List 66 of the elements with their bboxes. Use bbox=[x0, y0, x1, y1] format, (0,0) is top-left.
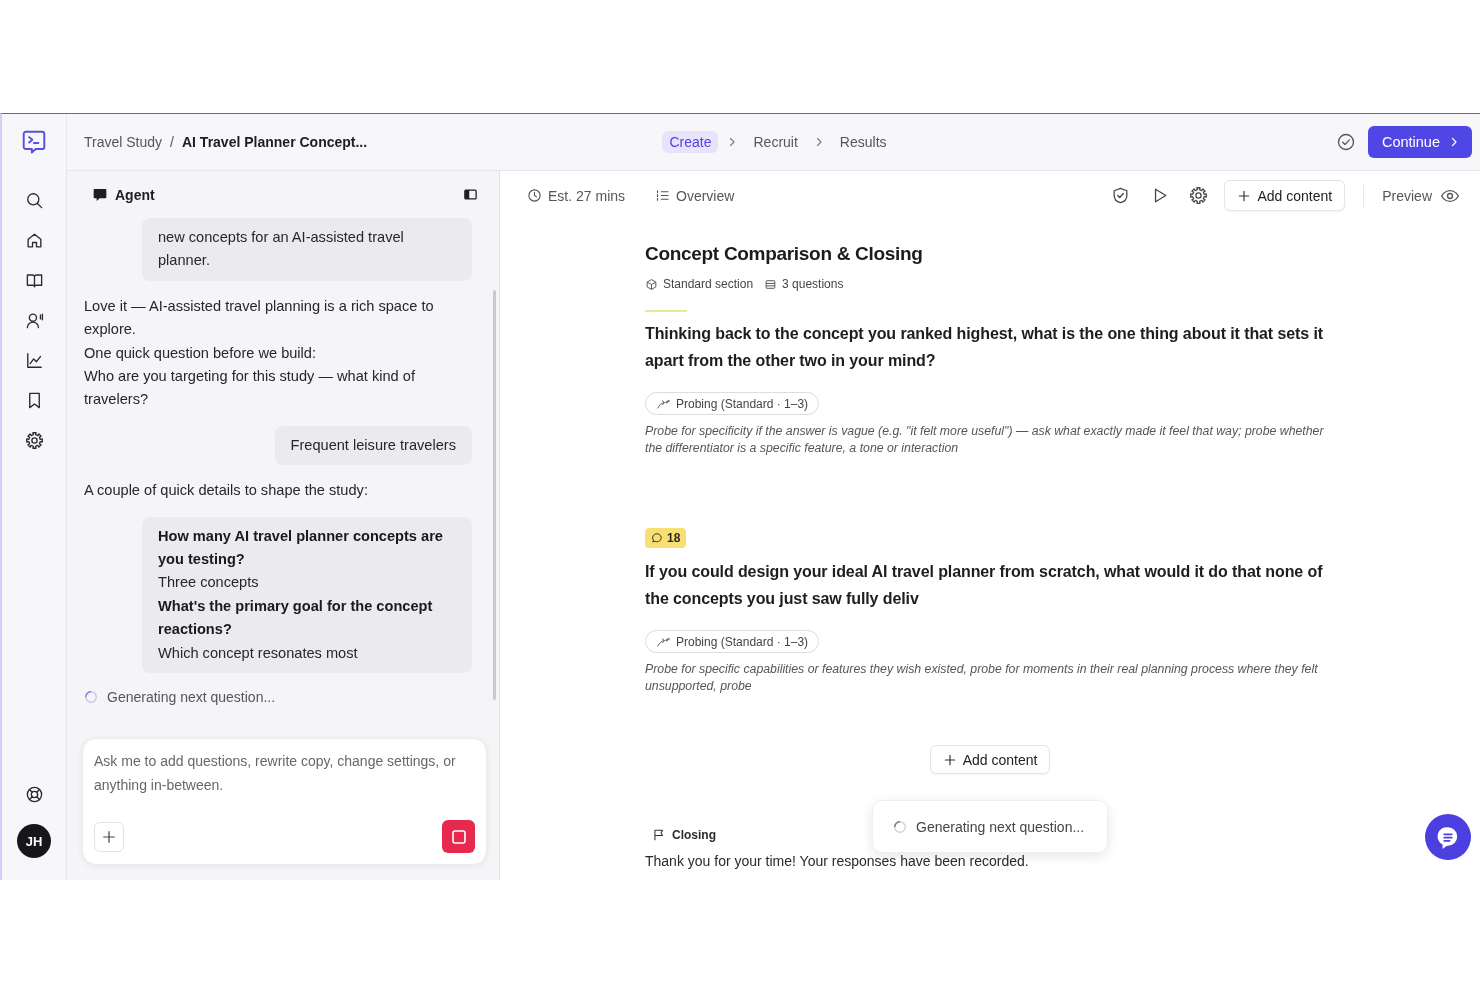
add-attachment-button[interactable] bbox=[94, 821, 124, 852]
list-icon bbox=[655, 188, 671, 203]
clock-icon bbox=[527, 188, 542, 203]
message-text: Frequent leisure travelers bbox=[290, 435, 456, 455]
step-tab[interactable]: Results bbox=[832, 131, 894, 153]
panel-toggle-icon[interactable] bbox=[463, 187, 478, 202]
agent-message-text: Love it — AI-assisted travel planning is a rich space to explore. bbox=[84, 296, 435, 340]
panel-title: Agent bbox=[115, 186, 155, 203]
status-text: Generating next question... bbox=[107, 689, 276, 706]
stop-button[interactable] bbox=[442, 820, 475, 853]
question-text: Thinking back to the concept you ranked highest, what is the one thing about it that sets it apart from the other two in your mind? bbox=[645, 324, 1324, 371]
step-tab[interactable]: Recruit bbox=[746, 131, 805, 153]
lifebuoy-icon[interactable] bbox=[24, 785, 44, 804]
search-icon[interactable] bbox=[24, 190, 44, 210]
step-tab[interactable]: Create bbox=[662, 131, 719, 153]
plus-icon bbox=[942, 752, 957, 767]
probing-chip[interactable]: Probing (Standard · 1–3) bbox=[645, 392, 820, 415]
message-answer: Three concepts bbox=[158, 573, 260, 593]
section-type: Standard section bbox=[663, 276, 754, 292]
message-question: What's the primary goal for the concept reactions? bbox=[158, 596, 434, 640]
continue-button[interactable]: Continue bbox=[1367, 126, 1472, 158]
breadcrumb-link[interactable]: Travel Study bbox=[84, 134, 163, 150]
breadcrumb-current: AI Travel Planner Concept... bbox=[181, 134, 368, 150]
probe-note: Probe for specific capabilities or features they wish existed, probe for moments in their real planning process where they felt unsupported, probe bbox=[645, 661, 1319, 695]
breadcrumb-separator: / bbox=[170, 134, 174, 150]
plus-icon bbox=[1237, 188, 1252, 203]
probe-note: Probe for specificity if the answer is vague (e.g. "it felt more useful") — ask what exactly made it feel that way; probe whether the differentiator is a specific feature, a tone or interaction bbox=[645, 423, 1325, 457]
closing-message: Thank you for your time! Your responses have been recorded. bbox=[645, 853, 1030, 870]
line-chart-icon[interactable] bbox=[24, 350, 44, 370]
message-answer: Which concept resonates most bbox=[158, 643, 359, 663]
check-circle-icon[interactable] bbox=[1335, 132, 1356, 152]
probing-chip[interactable]: Probing (Standard · 1–3) bbox=[645, 630, 820, 653]
toast-text: Generating next question... bbox=[916, 818, 1085, 835]
rows-icon bbox=[764, 277, 778, 291]
question-count: 3 questions bbox=[782, 276, 844, 292]
flag-icon bbox=[652, 828, 666, 842]
message-input[interactable]: Ask me to add questions, rewrite copy, change settings, or anything in-between. bbox=[94, 749, 475, 820]
message-question: How many AI travel planner concepts are you testing? bbox=[158, 526, 444, 570]
add-content-button[interactable]: Add content bbox=[929, 745, 1051, 774]
settings-icon[interactable] bbox=[24, 430, 44, 450]
settings-icon[interactable] bbox=[1189, 186, 1209, 205]
logo-icon[interactable] bbox=[21, 129, 47, 155]
chat-support-button[interactable] bbox=[1425, 814, 1471, 860]
closing-label: Closing bbox=[672, 827, 716, 843]
chat-bubble-icon bbox=[92, 186, 108, 203]
cube-icon bbox=[645, 277, 658, 291]
spinner-icon bbox=[893, 819, 907, 834]
message-composer[interactable]: Ask me to add questions, rewrite copy, change settings, or anything in-between. bbox=[82, 738, 487, 865]
user-avatar[interactable]: JH bbox=[17, 824, 51, 858]
scrollbar-thumb[interactable] bbox=[493, 290, 496, 700]
stop-icon bbox=[450, 828, 467, 845]
agent-message-text: A couple of quick details to shape the study: bbox=[84, 481, 369, 501]
agent-message-text: One quick question before we build: bbox=[84, 343, 318, 363]
home-icon[interactable] bbox=[24, 230, 44, 250]
spinner-icon bbox=[84, 690, 98, 705]
section-title: Concept Comparison & Closing bbox=[645, 242, 924, 266]
agent-message-text: Who are you targeting for this study — what kind of travelers? bbox=[84, 367, 416, 410]
comment-badge[interactable]: 18 bbox=[645, 528, 687, 548]
question-text: If you could design your ideal AI travel planner from scratch, what would it do that none of the concepts you just saw fully deliv bbox=[645, 562, 1324, 609]
duration-text: Est. 27 mins bbox=[548, 187, 626, 204]
comment-icon bbox=[651, 532, 663, 544]
message-text: new concepts for an AI-assisted travel planner. bbox=[158, 228, 405, 271]
overview-button[interactable]: Overview bbox=[655, 187, 735, 204]
add-content-button[interactable]: Add content bbox=[1224, 180, 1346, 211]
preview-button[interactable]: Preview bbox=[1382, 185, 1460, 206]
plus-icon bbox=[101, 828, 117, 845]
